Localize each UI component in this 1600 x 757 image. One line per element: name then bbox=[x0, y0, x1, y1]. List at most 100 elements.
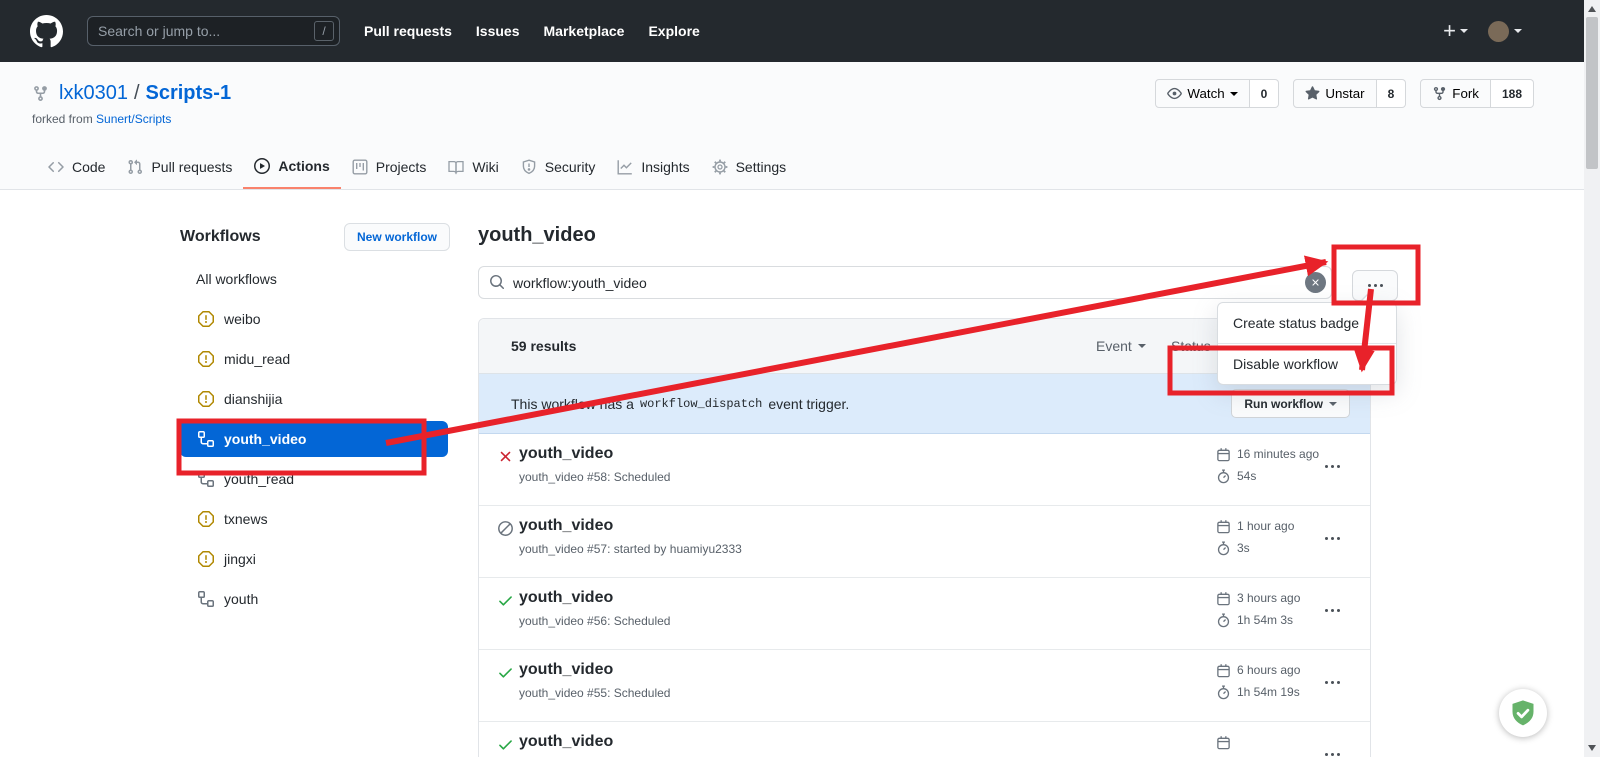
tab-code[interactable]: Code bbox=[37, 145, 116, 189]
warning-octagon-icon bbox=[198, 311, 214, 327]
workflow-icon bbox=[198, 591, 214, 607]
fork-count[interactable]: 188 bbox=[1491, 79, 1534, 108]
nav-pull-requests[interactable]: Pull requests bbox=[364, 23, 452, 39]
fork-label: Fork bbox=[1452, 86, 1479, 101]
runs-search-input[interactable] bbox=[478, 266, 1332, 299]
chevron-down-icon bbox=[1329, 402, 1337, 406]
repo-forked-icon bbox=[32, 85, 49, 102]
search-icon bbox=[489, 274, 505, 295]
repo-owner-link[interactable]: lxk0301 bbox=[59, 82, 128, 105]
sidebar-item-youth-read[interactable]: youth_read bbox=[180, 459, 460, 499]
header-nav: Pull requests Issues Marketplace Explore bbox=[364, 23, 700, 39]
scroll-down-arrow-icon[interactable] bbox=[1588, 745, 1596, 751]
sidebar-item-midu-read[interactable]: midu_read bbox=[180, 339, 460, 379]
tab-label: Projects bbox=[376, 159, 427, 175]
fork-source-link[interactable]: Sunert/Scripts bbox=[96, 112, 171, 126]
sidebar-item-youth-video[interactable]: youth_video bbox=[180, 421, 448, 457]
workflow-label: txnews bbox=[224, 511, 268, 527]
repo-action-buttons: Watch 0 Unstar 8 Fork 188 bbox=[1155, 79, 1534, 108]
workflow-label: weibo bbox=[224, 311, 261, 327]
code-icon bbox=[48, 159, 64, 175]
tab-security[interactable]: Security bbox=[510, 145, 607, 189]
unstar-label: Unstar bbox=[1325, 86, 1364, 101]
pull-request-icon bbox=[127, 159, 143, 175]
watch-count[interactable]: 0 bbox=[1250, 79, 1280, 108]
stopwatch-icon bbox=[1216, 685, 1231, 700]
run-duration: 54s bbox=[1237, 469, 1256, 483]
tab-label: Security bbox=[545, 159, 596, 175]
adguard-badge[interactable] bbox=[1499, 689, 1547, 737]
event-filter[interactable]: Event bbox=[1096, 338, 1146, 354]
tab-insights[interactable]: Insights bbox=[606, 145, 700, 189]
user-menu[interactable] bbox=[1488, 21, 1522, 42]
header-right: + bbox=[1443, 0, 1522, 62]
workflow-icon bbox=[198, 471, 214, 487]
github-logo-icon[interactable] bbox=[30, 15, 63, 48]
check-icon bbox=[497, 664, 514, 686]
global-search-input[interactable] bbox=[87, 16, 340, 46]
unstar-button[interactable]: Unstar bbox=[1293, 79, 1376, 108]
run-meta: 6 hours ago 1h 54m 19s bbox=[1216, 661, 1300, 705]
menu-item-create-status-badge[interactable]: Create status badge bbox=[1218, 303, 1396, 343]
run-title-link[interactable]: youth_video bbox=[519, 589, 613, 607]
project-icon bbox=[352, 159, 368, 175]
fork-button[interactable]: Fork bbox=[1420, 79, 1491, 108]
sidebar-item-jingxi[interactable]: jingxi bbox=[180, 539, 460, 579]
shield-check-icon bbox=[1509, 699, 1537, 727]
repo-forked-icon bbox=[1432, 86, 1447, 101]
tab-label: Settings bbox=[736, 159, 787, 175]
scrollbar[interactable] bbox=[1584, 0, 1600, 757]
watch-group: Watch 0 bbox=[1155, 79, 1279, 108]
watch-label: Watch bbox=[1187, 86, 1224, 101]
page-title: youth_video bbox=[478, 224, 596, 247]
sidebar-item-txnews[interactable]: txnews bbox=[180, 499, 460, 539]
graph-icon bbox=[617, 159, 633, 175]
star-count[interactable]: 8 bbox=[1377, 79, 1407, 108]
sidebar-item-weibo[interactable]: weibo bbox=[180, 299, 460, 339]
fork-note-prefix: forked from bbox=[32, 112, 93, 126]
chevron-down-icon bbox=[1460, 29, 1468, 33]
workflow-options-menu: Create status badge Disable workflow bbox=[1217, 302, 1397, 385]
run-title-link[interactable]: youth_video bbox=[519, 445, 613, 463]
tab-projects[interactable]: Projects bbox=[341, 145, 438, 189]
tab-actions[interactable]: Actions bbox=[243, 145, 340, 189]
content: Workflows New workflow All workflows wei… bbox=[0, 190, 1600, 757]
scrollbar-thumb[interactable] bbox=[1586, 17, 1598, 169]
tab-wiki[interactable]: Wiki bbox=[437, 145, 509, 189]
sidebar-item-all-workflows[interactable]: All workflows bbox=[180, 259, 460, 299]
run-title-link[interactable]: youth_video bbox=[519, 661, 613, 679]
run-options-kebab[interactable] bbox=[1325, 537, 1340, 540]
run-workflow-button[interactable]: Run workflow bbox=[1231, 389, 1350, 418]
tab-settings[interactable]: Settings bbox=[701, 145, 798, 189]
run-options-kebab[interactable] bbox=[1325, 681, 1340, 684]
x-icon bbox=[497, 448, 514, 470]
clear-search-button[interactable] bbox=[1305, 272, 1326, 293]
warning-octagon-icon bbox=[198, 351, 214, 367]
scroll-up-arrow-icon[interactable] bbox=[1588, 6, 1596, 12]
menu-item-disable-workflow[interactable]: Disable workflow bbox=[1218, 344, 1396, 384]
sidebar-item-dianshijia[interactable]: dianshijia bbox=[180, 379, 460, 419]
tab-pull-requests[interactable]: Pull requests bbox=[116, 145, 243, 189]
nav-explore[interactable]: Explore bbox=[648, 23, 699, 39]
repo-name-link[interactable]: Scripts-1 bbox=[146, 82, 232, 105]
run-row: youth_video bbox=[479, 722, 1370, 757]
check-icon bbox=[497, 592, 514, 614]
run-options-kebab[interactable] bbox=[1325, 465, 1340, 468]
workflow-label: midu_read bbox=[224, 351, 290, 367]
run-title-link[interactable]: youth_video bbox=[519, 517, 613, 535]
banner-text: event trigger. bbox=[768, 396, 849, 412]
run-options-kebab[interactable] bbox=[1325, 753, 1340, 756]
watch-button[interactable]: Watch bbox=[1155, 79, 1249, 108]
tab-label: Pull requests bbox=[151, 159, 232, 175]
nav-marketplace[interactable]: Marketplace bbox=[544, 23, 625, 39]
run-time: 6 hours ago bbox=[1237, 663, 1300, 677]
nav-issues[interactable]: Issues bbox=[476, 23, 520, 39]
sidebar-item-youth[interactable]: youth bbox=[180, 579, 460, 619]
workflow-icon bbox=[198, 431, 214, 447]
run-title-link[interactable]: youth_video bbox=[519, 733, 613, 751]
workflows-title: Workflows bbox=[180, 228, 261, 246]
run-meta: 1 hour ago 3s bbox=[1216, 517, 1294, 561]
create-new-menu[interactable]: + bbox=[1443, 21, 1468, 41]
new-workflow-button[interactable]: New workflow bbox=[344, 223, 450, 251]
run-options-kebab[interactable] bbox=[1325, 609, 1340, 612]
